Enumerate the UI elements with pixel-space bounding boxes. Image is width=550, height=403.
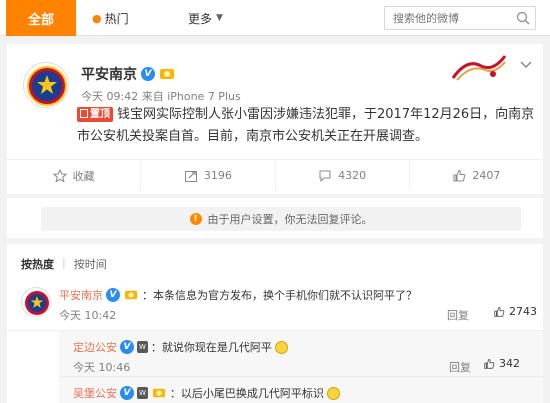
police-emblem-avatar[interactable] bbox=[23, 62, 69, 108]
chevron-down-icon: ▼ bbox=[216, 13, 223, 23]
reply-username[interactable]: 吴堡公安 bbox=[73, 385, 117, 401]
medal-icon bbox=[159, 67, 175, 81]
comment-item: 平安南京 V ：本条信息为官方发布，换个手机你们就不认识阿平了？ 今天 10:4… bbox=[7, 279, 543, 331]
repost-button[interactable]: 3196 bbox=[141, 160, 276, 191]
repost-icon bbox=[184, 170, 197, 182]
chevron-down-icon[interactable] bbox=[519, 60, 533, 70]
post-meta: 今天 09:42 来自 iPhone 7 Plus bbox=[81, 90, 241, 103]
laughing-emoji-icon bbox=[274, 340, 288, 354]
flag-decoration-icon bbox=[451, 55, 507, 81]
notice-text: 由于用户设置，你无法回复评论。 bbox=[207, 213, 373, 226]
reply-line: 定边公安 V W ：就说你现在是几代阿平 bbox=[73, 339, 288, 355]
member-badge-icon: W bbox=[137, 341, 148, 353]
comments-section: 按热度 | 按时间 平安南京 V ：本条信息为官方发布，换个手机你们就不认识阿平… bbox=[7, 244, 543, 403]
reply-button[interactable]: 回复 bbox=[447, 307, 469, 323]
search-input[interactable] bbox=[385, 7, 509, 30]
comment-icon bbox=[319, 170, 331, 182]
comment-like-count: 2743 bbox=[509, 305, 537, 318]
reply-text: ：就说你现在是几代阿平 bbox=[150, 341, 272, 354]
reply-item: 吴堡公安 V W ：以后小尾巴换成几代阿平标识 bbox=[59, 377, 543, 403]
reply-button[interactable]: 回复 bbox=[449, 359, 471, 375]
post-action-bar: 收藏 3196 4320 2407 bbox=[7, 159, 543, 191]
comment-button[interactable]: 4320 bbox=[276, 160, 410, 191]
post-author[interactable]: 平安南京 V bbox=[81, 64, 175, 84]
search-box bbox=[384, 6, 536, 30]
like-button[interactable]: 2407 bbox=[410, 160, 543, 191]
post-author-name: 平安南京 bbox=[81, 67, 137, 83]
post-text: 钱宝网实际控制人张小雷因涉嫌违法犯罪，于2017年12月26日，向南京市公安机关… bbox=[77, 107, 535, 144]
reply-like-button[interactable]: 342 bbox=[483, 357, 520, 370]
tab-all[interactable]: 全部 bbox=[6, 0, 76, 36]
reply-item: 定边公安 V W ：就说你现在是几代阿平 今天 10:46 回复 342 bbox=[59, 331, 543, 377]
police-emblem-avatar[interactable] bbox=[21, 287, 51, 317]
comment-username[interactable]: 平安南京 bbox=[59, 287, 103, 303]
sort-by-time[interactable]: 按时间 bbox=[74, 256, 107, 272]
favorite-button[interactable]: 收藏 bbox=[7, 160, 142, 191]
info-icon: ! bbox=[189, 213, 202, 225]
like-count: 2407 bbox=[472, 169, 501, 182]
medal-icon bbox=[123, 288, 139, 302]
tab-hot-label: 热门 bbox=[104, 11, 129, 26]
reply-text: ：以后小尾巴换成几代阿平标识 bbox=[169, 387, 324, 400]
laughing-emoji-icon bbox=[326, 386, 340, 400]
comment-time: 今天 10:42 bbox=[59, 309, 117, 322]
pinned-label: 置顶 bbox=[90, 109, 110, 120]
tab-more-label: 更多 bbox=[188, 11, 213, 26]
comment-text: ：本条信息为官方发布，换个手机你们就不认识阿平了？ bbox=[142, 289, 417, 302]
repost-count: 3196 bbox=[203, 169, 232, 182]
post-body: 置顶 钱宝网实际控制人张小雷因涉嫌违法犯罪，于2017年12月26日，向南京市公安… bbox=[77, 104, 537, 148]
verified-v-icon: V bbox=[141, 67, 155, 81]
comment-sort-bar: 按热度 | 按时间 bbox=[21, 256, 107, 272]
star-icon bbox=[52, 168, 67, 183]
notice-bar: ! 由于用户设置，你无法回复评论。 bbox=[41, 207, 521, 231]
sort-divider: | bbox=[62, 256, 66, 269]
verified-v-icon: V bbox=[120, 340, 134, 354]
comment-like-button[interactable]: 2743 bbox=[493, 305, 537, 318]
reply-thread: 定边公安 V W ：就说你现在是几代阿平 今天 10:46 回复 342 吴堡公… bbox=[59, 331, 543, 403]
favorite-label: 收藏 bbox=[72, 169, 95, 183]
reply-like-count: 342 bbox=[499, 357, 520, 370]
hot-flame-icon: ● bbox=[92, 11, 102, 25]
comment-count: 4320 bbox=[338, 169, 367, 182]
sort-by-hot[interactable]: 按热度 bbox=[21, 256, 54, 272]
reply-username[interactable]: 定边公安 bbox=[73, 339, 117, 355]
reply-line: 吴堡公安 V W ：以后小尾巴换成几代阿平标识 bbox=[73, 385, 340, 401]
medal-icon bbox=[151, 386, 167, 400]
tab-more[interactable]: 更多 ▼ bbox=[188, 0, 223, 36]
tab-hot[interactable]: ● 热门 bbox=[92, 0, 129, 36]
top-nav: 全部 ● 热门 更多 ▼ bbox=[0, 0, 550, 36]
pin-icon bbox=[80, 109, 88, 118]
thumbs-up-icon bbox=[453, 169, 466, 181]
comment-restriction-notice: ! 由于用户设置，你无法回复评论。 bbox=[7, 198, 543, 238]
reply-time: 今天 10:46 bbox=[73, 361, 131, 374]
pinned-badge: 置顶 bbox=[77, 107, 113, 122]
comment-line: 平安南京 V ：本条信息为官方发布，换个手机你们就不认识阿平了？ bbox=[59, 287, 417, 303]
thumbs-up-icon bbox=[494, 306, 505, 317]
search-icon[interactable] bbox=[516, 11, 530, 25]
thumbs-up-icon bbox=[484, 358, 495, 369]
member-badge-icon: W bbox=[137, 387, 148, 399]
verified-v-icon: V bbox=[120, 386, 134, 400]
verified-v-icon: V bbox=[106, 288, 120, 302]
